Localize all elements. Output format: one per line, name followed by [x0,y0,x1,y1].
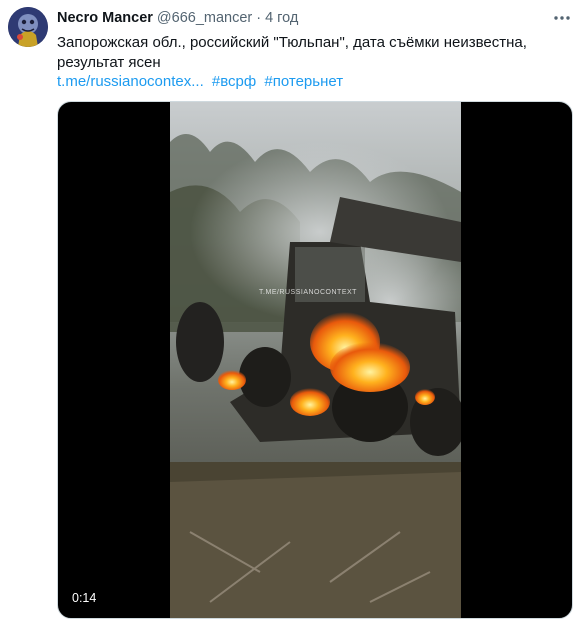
hashtag-link[interactable]: #всрф [212,73,256,90]
external-link[interactable]: t.me/russianocontex... [57,73,204,90]
video-player[interactable]: T.ME/RUSSIANOCONTEXT 0:14 [57,101,573,619]
avatar-image [8,7,48,47]
tweet-text: Запорожская обл., российский "Тюльпан", … [57,34,527,71]
author-handle[interactable]: @666_mancer [157,10,252,26]
video-duration: 0:14 [72,591,97,605]
hashtag-link[interactable]: #потерьнет [264,73,343,90]
video-watermark: T.ME/RUSSIANOCONTEXT [259,289,357,296]
video-thumbnail[interactable]: T.ME/RUSSIANOCONTEXT [170,102,461,619]
more-options-button[interactable] [551,9,573,27]
author-name[interactable]: Necro Mancer [57,10,153,26]
separator-dot: · [256,10,262,26]
tweet-card[interactable]: Necro Mancer @666_mancer · 4 год Запорож… [0,0,587,630]
avatar[interactable] [8,7,48,47]
tweet-links: t.me/russianocontex... #всрф #потерьнет [57,72,343,92]
tweet-timestamp[interactable]: 4 год [265,10,298,26]
more-horizontal-icon [554,16,570,20]
tweet-header: Necro Mancer @666_mancer · 4 год [57,9,298,27]
